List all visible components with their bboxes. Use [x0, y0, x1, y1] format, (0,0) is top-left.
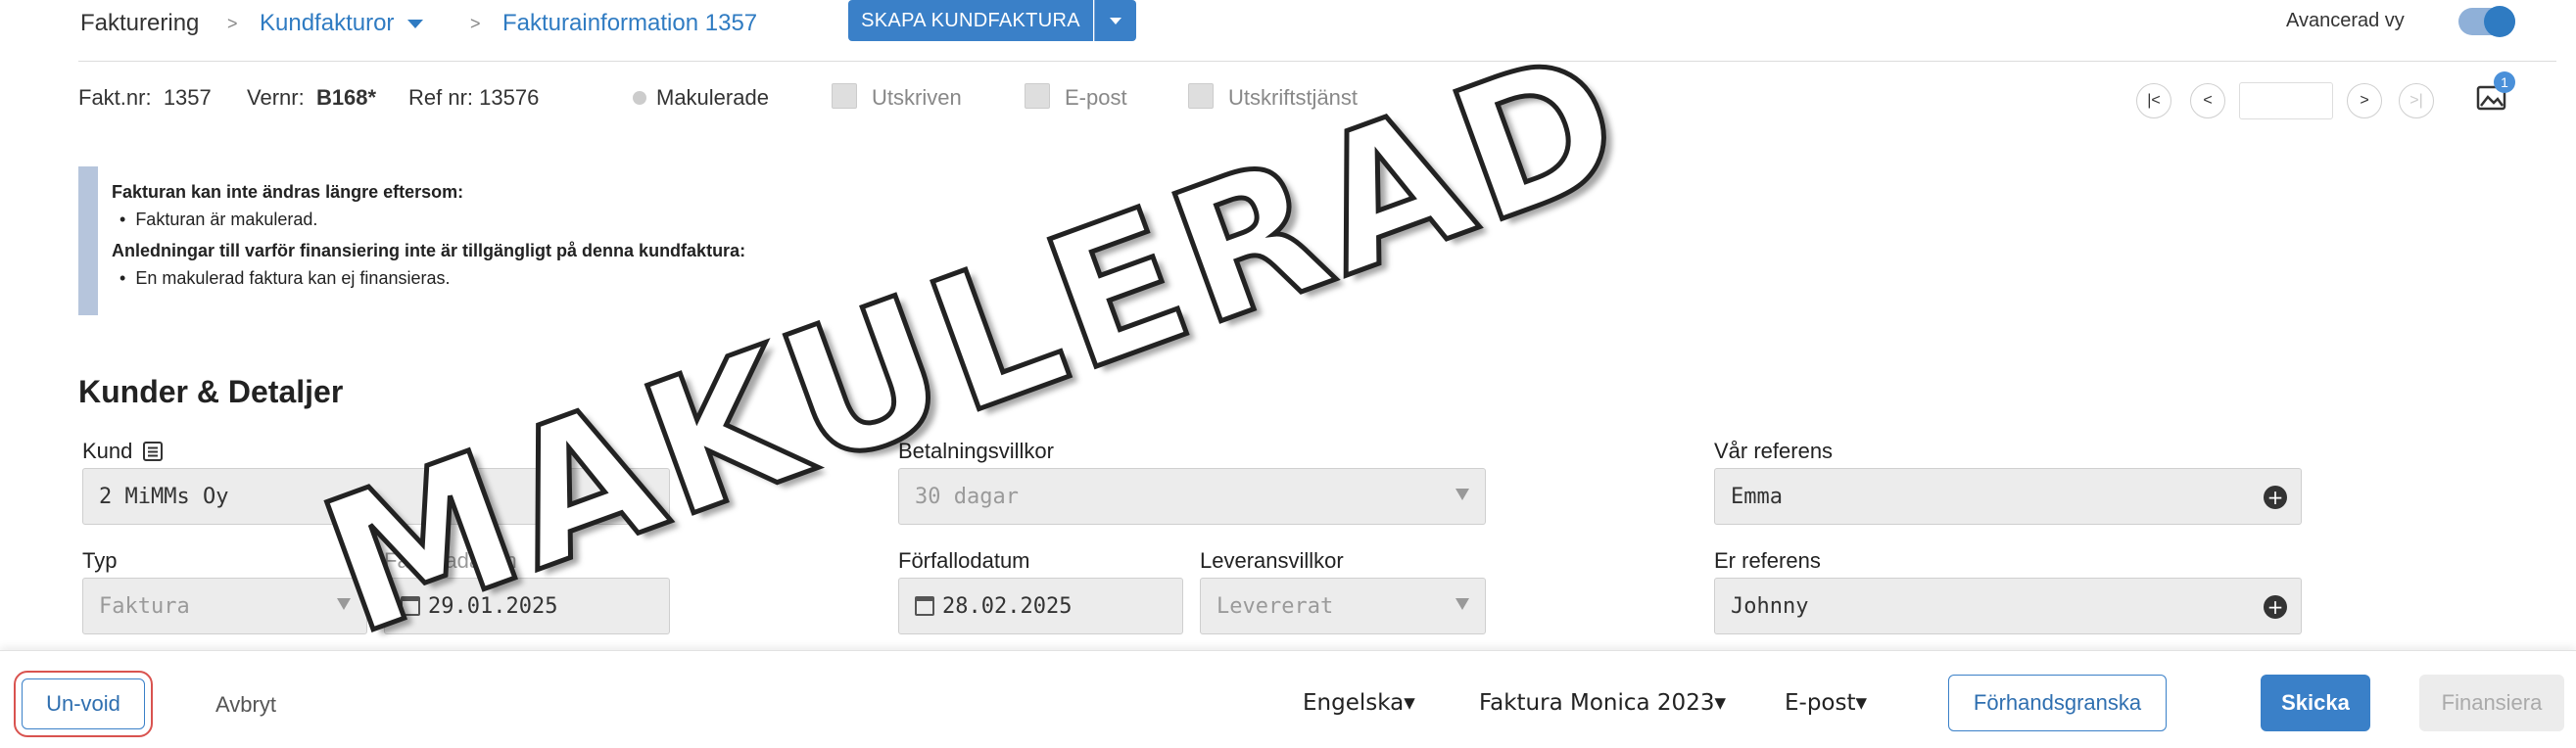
language-select[interactable]: Engelska▾	[1303, 690, 1415, 716]
customer-value: 2 MiMMs Oy	[99, 484, 229, 509]
first-page-button[interactable]: |<	[2136, 83, 2171, 118]
our-reference-field[interactable]: Emma +	[1714, 468, 2302, 525]
type-select[interactable]: Faktura	[82, 578, 367, 634]
print-service-checkbox[interactable]	[1188, 83, 1214, 109]
printed-checkbox[interactable]	[832, 83, 857, 109]
due-date-value: 28.02.2025	[942, 593, 1073, 619]
create-invoice-button[interactable]: SKAPA KUNDFAKTURA	[848, 0, 1093, 41]
payment-terms-value: 30 dagar	[915, 484, 1019, 509]
payment-terms-label: Betalningsvillkor	[898, 439, 1054, 463]
our-reference-label: Vår referens	[1714, 439, 1834, 463]
preview-button[interactable]: Förhandsgranska	[1948, 675, 2167, 731]
voucher-number-label: Vernr:	[247, 85, 305, 110]
customer-field[interactable]: 2 MiMMs Oy	[82, 468, 670, 525]
advanced-view-label: Avancerad vy	[2286, 10, 2405, 31]
breadcrumb-section-dropdown[interactable]: Kundfakturor	[260, 10, 424, 37]
advanced-view-toggle[interactable]	[2458, 6, 2515, 37]
breadcrumb-root[interactable]: Fakturering	[80, 10, 199, 37]
reference-number-label: Ref nr:	[408, 85, 474, 110]
delivery-terms-select[interactable]: Levererat	[1200, 578, 1486, 634]
customer-label: Kund	[82, 439, 133, 463]
delivery-terms-value: Levererat	[1216, 593, 1334, 619]
voucher-number-value: B168*	[315, 85, 377, 110]
notice-title-locked: Fakturan kan inte ändras längre eftersom…	[112, 182, 463, 203]
delivery-method-select[interactable]: E-post▾	[1785, 690, 1867, 716]
due-date-label: Förfallodatum	[898, 548, 1030, 573]
your-reference-label: Er referens	[1714, 548, 1821, 573]
add-circle-icon[interactable]: +	[2264, 595, 2287, 619]
chevron-down-icon	[407, 19, 424, 28]
voided-status-dot	[633, 91, 646, 105]
send-button[interactable]: Skicka	[2261, 675, 2370, 731]
invoice-number-value: 1357	[163, 85, 212, 110]
print-service-label: Utskriftstjänst	[1228, 85, 1359, 110]
breadcrumb-current: Fakturainformation 1357	[502, 10, 758, 36]
notice-accent-bar	[78, 166, 98, 315]
calendar-icon	[401, 596, 420, 616]
breadcrumb-section: Kundfakturor	[260, 10, 395, 36]
dropdown-arrow-icon	[1455, 489, 1469, 500]
next-page-button[interactable]: >	[2347, 83, 2382, 118]
notice-item-voided: • Fakturan är makulerad.	[119, 210, 318, 229]
customer-label-group: Kund	[82, 439, 164, 464]
email-label: E-post	[1065, 85, 1127, 110]
dropdown-arrow-icon	[337, 598, 351, 610]
reference-number-value: 13576	[479, 85, 540, 110]
section-title: Kunder & Detaljer	[78, 374, 344, 409]
voided-status-label: Makulerade	[656, 85, 769, 110]
notice-item-financing: • En makulerad faktura kan ej finansiera…	[119, 268, 451, 288]
header-divider	[78, 61, 2556, 62]
notice-item-voided-text: Fakturan är makulerad.	[135, 210, 318, 229]
page-number-input[interactable]	[2239, 82, 2333, 119]
email-checkbox[interactable]	[1025, 83, 1050, 109]
your-reference-value: Johnny	[1731, 593, 1809, 619]
invoice-number: Fakt.nr: 1357	[78, 85, 212, 111]
last-page-button[interactable]: >|	[2399, 83, 2434, 118]
your-reference-field[interactable]: Johnny +	[1714, 578, 2302, 634]
template-select[interactable]: Faktura Monica 2023▾	[1479, 690, 1726, 716]
voucher-number: Vernr: B168*	[247, 85, 376, 111]
attachments-count-badge: 1	[2494, 71, 2515, 93]
finance-button[interactable]: Finansiera	[2419, 675, 2564, 731]
unvoid-button[interactable]: Un-void	[22, 678, 145, 729]
calendar-icon	[915, 596, 934, 616]
type-label: Typ	[82, 548, 118, 573]
cancel-button[interactable]: Avbryt	[215, 692, 276, 718]
invoice-page: Fakturering > Kundfakturor > Fakturainfo…	[0, 0, 2576, 748]
notice-title-locked-text: Fakturan kan inte ändras längre eftersom…	[112, 182, 464, 202]
add-circle-icon[interactable]: +	[2264, 486, 2287, 509]
reference-number: Ref nr: 13576	[408, 85, 539, 111]
delivery-terms-label: Leveransvillkor	[1200, 548, 1344, 573]
type-value: Faktura	[99, 593, 190, 619]
invoice-date-label: Fakturadatum	[384, 548, 517, 573]
locked-invoice-notice: Fakturan kan inte ändras längre eftersom…	[78, 166, 1548, 315]
invoice-number-label: Fakt.nr:	[78, 85, 152, 110]
list-icon[interactable]	[142, 441, 164, 462]
notice-title-financing: Anledningar till varför finansiering int…	[112, 241, 745, 261]
our-reference-value: Emma	[1731, 484, 1783, 509]
notice-item-financing-text: En makulerad faktura kan ej finansieras.	[135, 268, 451, 288]
chevron-down-icon	[1110, 17, 1121, 24]
notice-title-financing-text: Anledningar till varför finansiering int…	[112, 241, 746, 260]
action-footer: Un-void Avbryt Engelska▾ Faktura Monica …	[0, 650, 2576, 748]
invoice-date-field[interactable]: 29.01.2025	[384, 578, 670, 634]
breadcrumb-separator: >	[227, 14, 238, 33]
previous-page-button[interactable]: <	[2190, 83, 2225, 118]
due-date-field[interactable]: 28.02.2025	[898, 578, 1183, 634]
breadcrumb-separator: >	[470, 14, 481, 33]
payment-terms-select[interactable]: 30 dagar	[898, 468, 1486, 525]
invoice-date-value: 29.01.2025	[428, 593, 558, 619]
create-invoice-menu-button[interactable]	[1094, 0, 1136, 41]
dropdown-arrow-icon	[1455, 598, 1469, 610]
printed-label: Utskriven	[872, 85, 962, 110]
